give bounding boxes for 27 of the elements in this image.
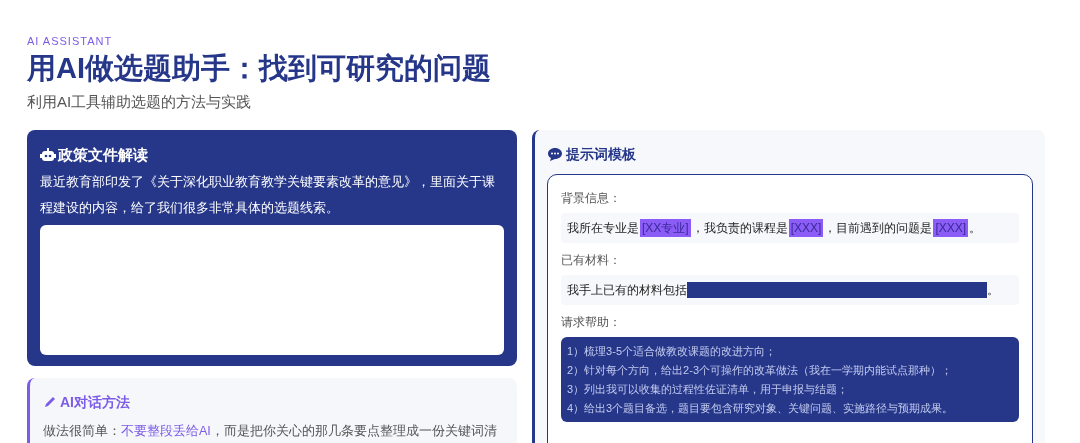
eyebrow-label: AI ASSISTANT <box>27 34 114 48</box>
method-text: 做法很简单：不要整段丢给AI，而是把你关心的那几条要点整理成一份关键词清 <box>43 422 498 440</box>
section-label: 已有材料： <box>561 252 622 269</box>
page-title: 用AI做选题助手：找到可研究的问题 <box>27 51 492 86</box>
section-label: 请求帮助： <box>561 314 622 331</box>
pencil-icon <box>43 395 57 409</box>
page-subtitle: 利用AI工具辅助选题的方法与实践 <box>27 92 253 112</box>
card-title: 政策文件解读 <box>58 145 148 165</box>
template-text: ，我负责的课程是 <box>691 220 788 237</box>
template-text: 。 <box>969 220 982 237</box>
robot-icon <box>40 148 56 163</box>
help-item: 3）列出我可以收集的过程性佐证清单，用于申报与结题； <box>567 382 850 397</box>
card-title: AI对话方法 <box>60 392 130 412</box>
section-label: 背景信息： <box>561 190 622 207</box>
template-text: 。 <box>987 282 999 299</box>
template-text: 我所在专业是 <box>567 220 639 237</box>
placeholder-tag: [XX专业] <box>640 219 691 237</box>
placeholder-tag: [XXX] <box>933 219 969 237</box>
help-item: 1）梳理3-5个适合做教改课题的改进方向； <box>567 344 778 359</box>
template-text: ，目前遇到的问题是 <box>824 220 933 237</box>
policy-text: 最近教育部印发了《关于深化职业教育教学关键要素改革的意见》，里面关于课程建设的内容，给了我们很多非常具体的选题线索。 <box>40 173 496 217</box>
help-item: 2）针对每个方向，给出2-3个可操作的改革做法（我在一学期内能试点那种）； <box>567 363 954 378</box>
card-title: 提示词模板 <box>566 145 636 164</box>
help-item: 4）给出3个题目备选，题目要包含研究对象、关键问题、实施路径与预期成果。 <box>567 401 955 416</box>
placeholder-tag: [XXX] <box>788 219 824 237</box>
template-text: 我手上已有的材料包括 <box>567 282 687 299</box>
chat-bubble-icon <box>547 147 563 162</box>
